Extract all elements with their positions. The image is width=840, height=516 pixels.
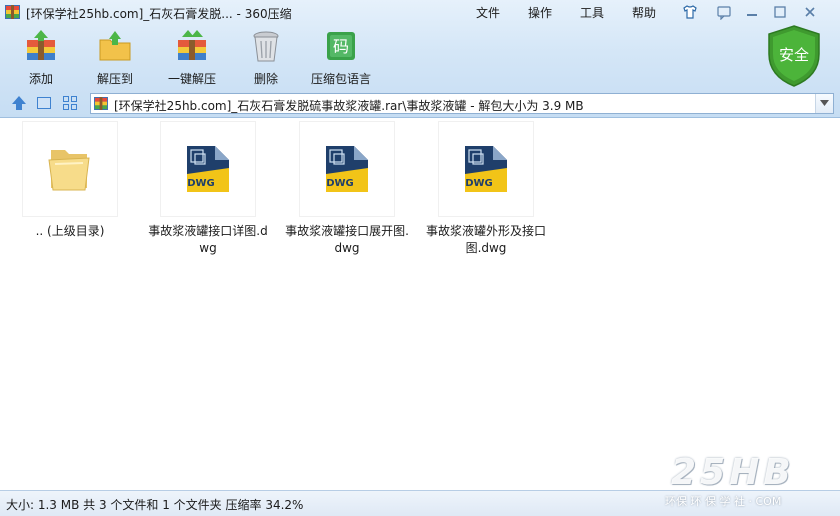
archive-language-icon: 码 <box>327 32 355 60</box>
close-icon[interactable] <box>802 4 818 20</box>
minimize-icon[interactable] <box>744 4 760 20</box>
skin-shirt-icon[interactable] <box>682 4 698 20</box>
menu-help[interactable]: 帮助 <box>632 4 656 21</box>
feedback-icon[interactable] <box>716 4 732 20</box>
dwg-file-icon: DWG <box>326 146 368 192</box>
menu-tools[interactable]: 工具 <box>580 4 604 21</box>
one-click-extract-button[interactable]: 一键解压 <box>157 28 227 86</box>
security-badge-label: 安全 <box>779 46 809 64</box>
delete-button[interactable]: 删除 <box>231 28 301 86</box>
svg-text:DWG: DWG <box>465 178 493 189</box>
extract-to-button[interactable]: 解压到 <box>80 28 150 86</box>
add-archive-icon <box>27 30 55 60</box>
file-item-dwg-3[interactable]: DWG 事故浆液罐外形及接口图.dwg <box>421 121 551 257</box>
file-item-dwg-1[interactable]: DWG 事故浆液罐接口详图.dwg <box>143 121 273 257</box>
dwg-file-icon: DWG <box>465 146 507 192</box>
file-item-parent-folder[interactable]: .. (上级目录) <box>5 121 135 240</box>
file-thumbnail: DWG <box>299 121 395 217</box>
menu-file[interactable]: 文件 <box>476 4 500 21</box>
svg-text:码: 码 <box>333 37 349 56</box>
dwg-file-icon: DWG <box>187 146 229 192</box>
window-title: [环保学社25hb.com]_石灰石膏发脱... - 360压缩 <box>26 7 292 21</box>
chevron-down-icon <box>820 100 829 106</box>
address-bar[interactable]: [环保学社25hb.com]_石灰石膏发脱硫事故浆液罐.rar\事故浆液罐 - … <box>90 93 834 114</box>
large-icon-view-icon[interactable] <box>36 95 52 111</box>
file-name: .. (上级目录) <box>35 224 105 238</box>
status-bar: 大小: 1.3 MB 共 3 个文件和 1 个文件夹 压缩率 34.2% <box>0 490 840 516</box>
file-thumbnail: DWG <box>438 121 534 217</box>
file-thumbnail <box>22 121 118 217</box>
svg-text:DWG: DWG <box>187 178 215 189</box>
file-list: .. (上级目录) DWG 事故浆液罐接口详图.dwg DWG 事故浆液罐接口展… <box>0 119 840 490</box>
extract-to-label: 解压到 <box>96 72 133 86</box>
svg-text:DWG: DWG <box>326 178 354 189</box>
app-archive-icon <box>5 5 20 19</box>
delete-trash-icon <box>253 31 279 62</box>
archive-language-button[interactable]: 码 压缩包语言 <box>306 28 376 86</box>
file-item-dwg-2[interactable]: DWG 事故浆液罐接口展开图.dwg <box>282 121 412 257</box>
title-bar: [环保学社25hb.com]_石灰石膏发脱... - 360压缩 文件 操作 工… <box>0 0 840 24</box>
archive-path-icon <box>94 97 108 110</box>
address-dropdown-button[interactable] <box>815 94 833 113</box>
file-name: 事故浆液罐接口详图.dwg <box>148 224 268 255</box>
toolbar: 添加 解压到 一键解压 删除 码 压缩包语言 <box>0 28 600 88</box>
add-button-label: 添加 <box>28 72 53 86</box>
maximize-icon[interactable] <box>772 4 788 20</box>
folder-icon <box>48 150 90 191</box>
extract-to-icon <box>99 31 131 61</box>
menu-operation[interactable]: 操作 <box>528 4 552 21</box>
one-click-extract-icon <box>178 30 206 60</box>
address-path: [环保学社25hb.com]_石灰石膏发脱硫事故浆液罐.rar\事故浆液罐 - … <box>114 99 584 113</box>
window-chrome: [环保学社25hb.com]_石灰石膏发脱... - 360压缩 文件 操作 工… <box>0 0 840 118</box>
file-name: 事故浆液罐接口展开图.dwg <box>285 224 409 255</box>
archive-language-label: 压缩包语言 <box>310 72 371 86</box>
add-button[interactable]: 添加 <box>6 28 76 86</box>
status-text: 大小: 1.3 MB 共 3 个文件和 1 个文件夹 压缩率 34.2% <box>6 498 304 512</box>
security-shield-icon[interactable]: 安全 <box>765 24 823 88</box>
one-click-extract-label: 一键解压 <box>167 72 216 86</box>
file-thumbnail: DWG <box>160 121 256 217</box>
up-arrow-icon[interactable] <box>11 95 27 111</box>
file-name: 事故浆液罐外形及接口图.dwg <box>425 224 546 255</box>
grid-view-icon[interactable] <box>62 95 78 111</box>
delete-label: 删除 <box>253 72 278 86</box>
